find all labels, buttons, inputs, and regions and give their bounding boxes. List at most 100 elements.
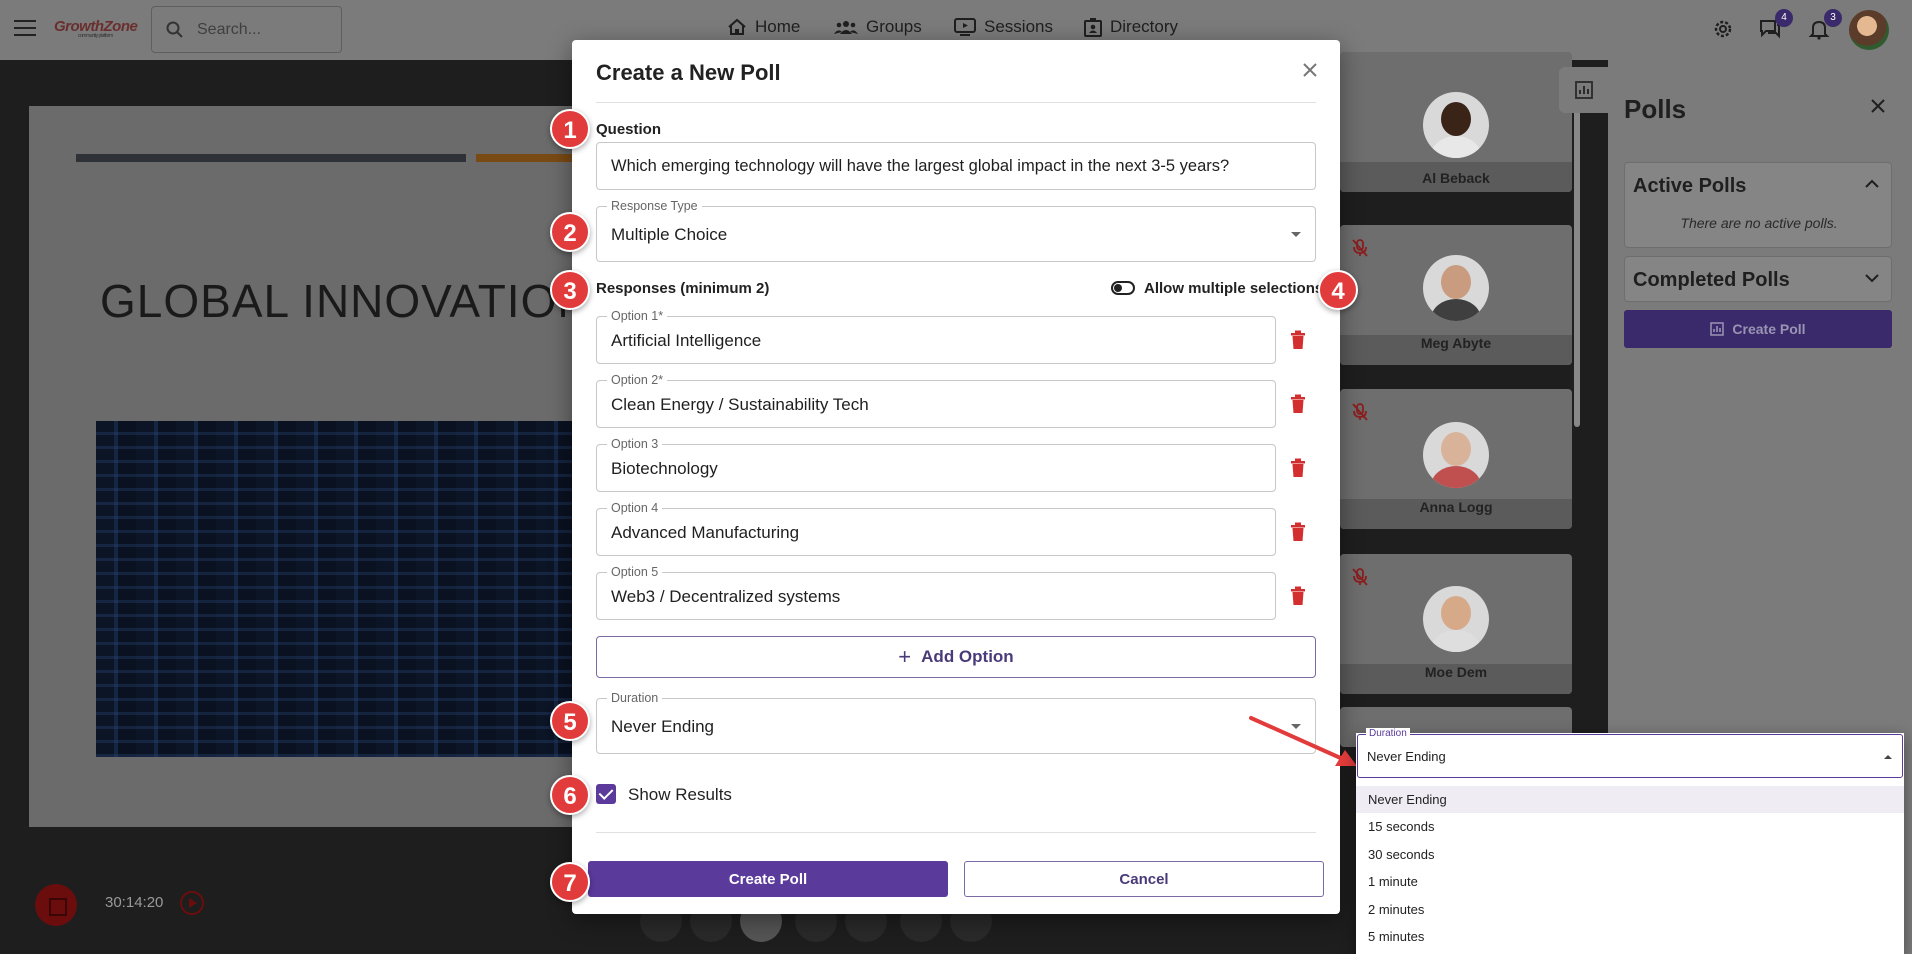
user-avatar[interactable] — [1849, 10, 1889, 50]
divider — [596, 102, 1316, 103]
nav-directory[interactable]: Directory — [1084, 17, 1178, 37]
duration-select[interactable]: Duration Never Ending — [596, 691, 1316, 754]
participant-tile[interactable]: Moe Dem — [1340, 554, 1572, 694]
duration-option[interactable]: 30 seconds — [1356, 841, 1904, 868]
slide-title: GLOBAL INNOVATION — [100, 275, 592, 327]
polls-title: Polls — [1624, 94, 1687, 124]
plus-icon: + — [898, 644, 912, 669]
participant-name: Meg Abyte — [1420, 335, 1492, 351]
duration-option[interactable]: 2 minutes — [1356, 896, 1904, 923]
allow-multiple-toggle[interactable] — [1111, 281, 1135, 295]
nav-sessions[interactable]: Sessions — [954, 17, 1053, 37]
search-placeholder: Search... — [197, 21, 262, 38]
participant-tile[interactable]: Meg Abyte — [1340, 225, 1572, 365]
participant-avatar — [1423, 92, 1489, 158]
show-results-label: Show Results — [628, 785, 732, 804]
chart-icon — [1710, 322, 1725, 336]
completed-polls-card[interactable]: Completed Polls — [1624, 256, 1892, 302]
trash-icon[interactable] — [1290, 394, 1306, 414]
allow-multiple-label: Allow multiple selections — [1144, 280, 1324, 297]
sessions-icon — [954, 18, 976, 36]
create-poll-modal: Create a New Poll Question Which emergin… — [572, 40, 1340, 914]
home-icon — [728, 18, 746, 35]
nav-home[interactable]: Home — [727, 17, 800, 37]
trash-icon[interactable] — [1290, 458, 1306, 478]
option-3-input[interactable]: Option 3 Biotechnology — [596, 437, 1276, 492]
step-marker-6: 6 — [550, 775, 590, 815]
question-input[interactable]: Which emerging technology will have the … — [596, 142, 1316, 190]
trash-icon[interactable] — [1290, 586, 1306, 606]
caret-down-icon — [1291, 232, 1301, 237]
active-polls-title: Active Polls — [1633, 175, 1747, 197]
trash-icon[interactable] — [1290, 330, 1306, 350]
search-icon — [166, 21, 183, 38]
slide-accent-bar — [76, 154, 466, 162]
duration-option[interactable]: 15 seconds — [1356, 813, 1904, 840]
participant-avatar — [1423, 586, 1489, 652]
search-box[interactable]: Search... — [151, 6, 342, 53]
caret-up-icon — [1884, 755, 1892, 759]
play-icon[interactable] — [180, 891, 204, 915]
duration-option[interactable]: 5 minutes — [1356, 923, 1904, 950]
cancel-button[interactable]: Cancel — [964, 861, 1324, 897]
step-marker-4: 4 — [1318, 270, 1358, 310]
option-2-input[interactable]: Option 2* Clean Energy / Sustainability … — [596, 373, 1276, 428]
polls-toggle-button[interactable] — [1559, 67, 1608, 113]
option-5-input[interactable]: Option 5 Web3 / Decentralized systems — [596, 565, 1276, 620]
presentation-slide: GLOBAL INNOVATION — [29, 106, 596, 827]
response-type-select[interactable]: Response Type Multiple Choice — [596, 199, 1316, 262]
chevron-up-icon[interactable] — [1865, 179, 1879, 189]
mic-muted-icon — [1352, 403, 1368, 421]
responses-label: Responses (minimum 2) — [596, 280, 770, 297]
nav-groups[interactable]: Groups — [834, 17, 922, 37]
mic-muted-icon — [1352, 239, 1368, 257]
chat-button[interactable]: 4 — [1759, 9, 1793, 40]
show-results-checkbox[interactable] — [596, 784, 616, 804]
leave-session-button[interactable] — [35, 884, 77, 926]
duration-option[interactable]: 1 minute — [1356, 868, 1904, 895]
participant-avatar — [1423, 255, 1489, 321]
close-icon[interactable] — [1298, 58, 1322, 82]
create-poll-button[interactable]: Create Poll — [588, 861, 948, 897]
logo[interactable]: GrowthZone community platform — [54, 18, 138, 39]
chevron-down-icon[interactable] — [1865, 273, 1879, 283]
notifications-button[interactable]: 3 — [1808, 9, 1842, 40]
step-marker-7: 7 — [550, 862, 590, 902]
groups-icon — [834, 21, 858, 34]
option-1-input[interactable]: Option 1* Artificial Intelligence — [596, 309, 1276, 364]
slide-image — [96, 421, 596, 757]
active-polls-empty: There are no active polls. — [1680, 215, 1838, 231]
modal-title: Create a New Poll — [596, 60, 781, 85]
duration-dropdown: Duration Never Ending Never Ending 15 se… — [1356, 728, 1904, 954]
divider — [596, 832, 1316, 833]
close-icon[interactable] — [1870, 98, 1886, 114]
add-option-button[interactable]: + Add Option — [596, 636, 1316, 678]
active-polls-card: Active Polls There are no active polls. — [1624, 162, 1892, 248]
duration-dropdown-field[interactable]: Duration Never Ending — [1357, 728, 1903, 778]
chat-badge: 4 — [1775, 9, 1793, 27]
session-timer: 30:14:20 — [105, 894, 164, 911]
option-4-input[interactable]: Option 4 Advanced Manufacturing — [596, 501, 1276, 556]
participant-name: Moe Dem — [1424, 664, 1488, 680]
gear-icon[interactable] — [1712, 18, 1734, 40]
participant-name: Anna Logg — [1419, 499, 1493, 515]
participant-tile[interactable]: Al Beback — [1340, 52, 1572, 192]
completed-polls-title: Completed Polls — [1633, 269, 1790, 291]
trash-icon[interactable] — [1290, 522, 1306, 542]
notification-badge: 3 — [1824, 9, 1842, 27]
duration-option[interactable]: Never Ending — [1356, 786, 1904, 813]
chart-icon — [1575, 81, 1593, 99]
question-label: Question — [596, 121, 662, 138]
directory-icon — [1084, 18, 1102, 37]
step-marker-5: 5 — [550, 701, 590, 741]
mic-muted-icon — [1352, 568, 1368, 586]
step-marker-2: 2 — [550, 212, 590, 252]
participants-scrollbar[interactable] — [1574, 92, 1580, 427]
step-marker-3: 3 — [550, 270, 590, 310]
step-marker-1: 1 — [550, 109, 590, 149]
create-poll-side-button[interactable]: Create Poll — [1624, 310, 1892, 348]
participant-tile[interactable]: Anna Logg — [1340, 389, 1572, 529]
hamburger-menu-icon[interactable] — [14, 20, 36, 38]
annotation-arrow-icon — [1249, 716, 1357, 766]
participant-name: Al Beback — [1422, 170, 1490, 186]
